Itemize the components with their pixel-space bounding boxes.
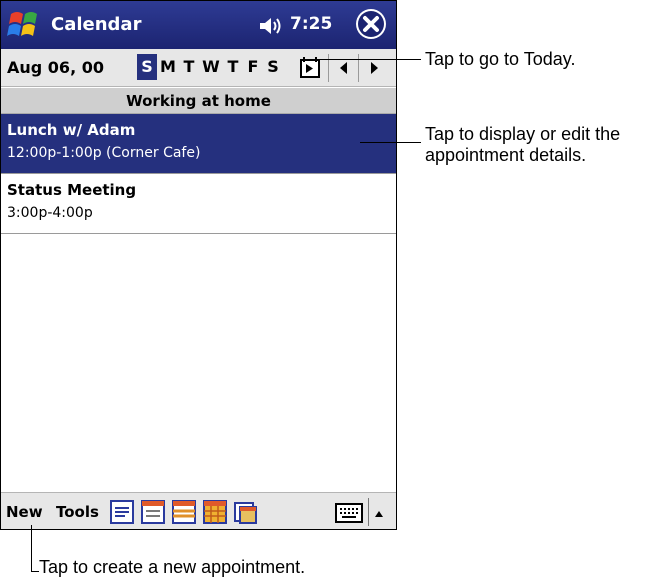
speaker-icon[interactable] bbox=[257, 15, 283, 37]
weekday-thursday[interactable]: T bbox=[223, 54, 243, 80]
agenda-view-icon[interactable] bbox=[109, 499, 135, 525]
callout-details-line2: appointment details. bbox=[425, 145, 587, 165]
app-title: Calendar bbox=[51, 14, 142, 35]
tools-menu-button[interactable]: Tools bbox=[56, 503, 99, 521]
pocket-pc-screen: Calendar 7:25 Aug 06, 00 S M T W T F S W… bbox=[0, 0, 397, 530]
appointment-item[interactable]: Status Meeting 3:00p-4:00p bbox=[1, 174, 396, 234]
weekday-tuesday[interactable]: T bbox=[179, 54, 199, 80]
callout-line-new-vertical bbox=[31, 525, 32, 572]
month-view-icon[interactable] bbox=[202, 499, 228, 525]
callout-details-line1: Tap to display or edit the bbox=[425, 124, 621, 144]
appointment-detail: 3:00p-4:00p bbox=[7, 205, 93, 221]
year-view-icon[interactable] bbox=[233, 499, 259, 525]
title-bar: Calendar 7:25 bbox=[1, 1, 396, 49]
weekday-saturday[interactable]: S bbox=[263, 54, 283, 80]
close-icon[interactable] bbox=[356, 9, 386, 39]
week-view-icon[interactable] bbox=[171, 499, 197, 525]
callout-today: Tap to go to Today. bbox=[425, 49, 576, 69]
appointment-detail: 12:00p-1:00p (Corner Cafe) bbox=[7, 145, 201, 161]
weekday-wednesday[interactable]: W bbox=[201, 54, 221, 80]
windows-start-icon[interactable] bbox=[5, 8, 45, 42]
callout-line-new-horizontal bbox=[31, 571, 39, 572]
keyboard-icon[interactable] bbox=[335, 502, 363, 524]
new-menu-button[interactable]: New bbox=[6, 503, 43, 521]
callout-line-today bbox=[309, 59, 421, 60]
appointment-title: Lunch w/ Adam bbox=[7, 121, 136, 139]
command-bar: New Tools bbox=[1, 492, 396, 529]
day-view-icon[interactable] bbox=[140, 499, 166, 525]
weekday-friday[interactable]: F bbox=[243, 54, 263, 80]
callout-line-details bbox=[360, 142, 421, 143]
chevron-up-icon[interactable] bbox=[373, 505, 385, 517]
current-date[interactable]: Aug 06, 00 bbox=[7, 58, 104, 77]
appointment-item[interactable]: Lunch w/ Adam 12:00p-1:00p (Corner Cafe) bbox=[1, 114, 396, 174]
weekday-sunday[interactable]: S bbox=[137, 54, 157, 80]
divider bbox=[368, 498, 369, 526]
appointment-title: Status Meeting bbox=[7, 181, 137, 199]
callout-new: Tap to create a new appointment. bbox=[39, 557, 306, 577]
weekday-monday[interactable]: M bbox=[158, 54, 178, 80]
all-day-event[interactable]: Working at home bbox=[1, 88, 396, 114]
clock[interactable]: 7:25 bbox=[290, 14, 332, 34]
date-bar: Aug 06, 00 S M T W T F S bbox=[1, 49, 396, 87]
